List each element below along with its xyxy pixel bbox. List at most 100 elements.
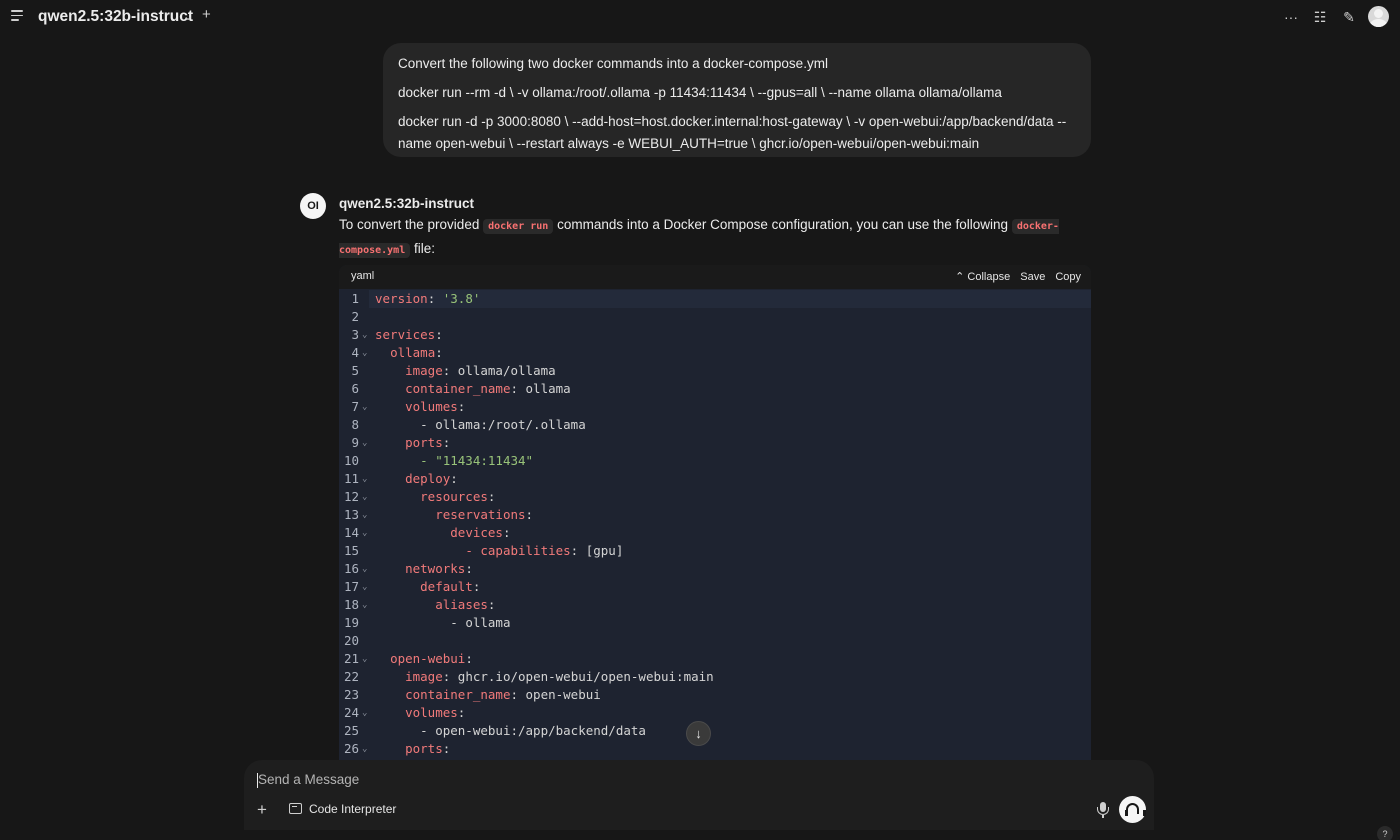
help-button[interactable]: ? [1377, 826, 1393, 840]
line-number: 12 [343, 489, 359, 504]
add-attachment-button[interactable]: + [257, 800, 267, 820]
fold-chevron-icon[interactable]: ⌄ [362, 650, 367, 668]
fold-chevron-icon[interactable]: ⌄ [362, 488, 367, 506]
fold-chevron-icon[interactable]: ⌄ [362, 560, 367, 578]
code-text: devices: [375, 524, 510, 542]
code-line: 7 ⌄ volumes: [339, 398, 1091, 416]
yaml-key: services [375, 327, 436, 342]
message-input[interactable]: Send a Message [258, 772, 359, 787]
assistant-text-segment: To convert the provided [339, 217, 484, 232]
fold-chevron-icon[interactable]: ⌄ [362, 398, 367, 416]
fold-chevron-icon[interactable]: ⌄ [362, 578, 367, 596]
yaml-key: - capabilities [465, 543, 571, 558]
add-model-icon[interactable]: + [202, 6, 211, 23]
code-text: - "11434:11434" [375, 452, 533, 470]
code-interpreter-button[interactable]: Code Interpreter [289, 802, 396, 816]
code-line: 22 image: ghcr.io/open-webui/open-webui:… [339, 668, 1091, 686]
yaml-key: reservations [435, 507, 526, 522]
line-number: 14 [343, 525, 359, 540]
sidebar-toggle-icon[interactable] [11, 10, 25, 24]
code-text: ollama: [375, 344, 443, 362]
code-text: image: ghcr.io/open-webui/open-webui:mai… [375, 668, 714, 686]
model-selector-label[interactable]: qwen2.5:32b-instruct [38, 8, 193, 26]
yaml-value: - ollama [450, 615, 511, 630]
terminal-icon [289, 803, 302, 814]
line-number: 16 [343, 561, 359, 576]
fold-chevron-icon[interactable]: ⌄ [362, 470, 367, 488]
yaml-key: container_name [405, 687, 511, 702]
yaml-key: ollama [390, 345, 436, 360]
copy-button[interactable]: Copy [1055, 271, 1081, 283]
microphone-icon[interactable] [1096, 801, 1110, 819]
yaml-key: default [420, 579, 473, 594]
yaml-key: deploy [405, 471, 451, 486]
more-options-icon[interactable]: ··· [1282, 8, 1300, 26]
top-bar: qwen2.5:32b-instruct ⌄ + ··· ☷ ✎ [0, 0, 1400, 34]
fold-chevron-icon[interactable]: ⌄ [362, 326, 367, 344]
line-number: 20 [343, 633, 359, 648]
code-editor[interactable]: 1 version: '3.8' 2 3 ⌄ services: 4 ⌄ ollama: 5 i… [339, 289, 1091, 758]
code-line: 3 ⌄ services: [339, 326, 1091, 344]
code-text: deploy: [375, 470, 458, 488]
assistant-text-segment: commands into a Docker Compose configura… [553, 217, 1012, 232]
line-number: 24 [343, 705, 359, 720]
code-text: ports: [375, 434, 450, 452]
yaml-key: image [405, 363, 443, 378]
chevron-down-icon[interactable]: ⌄ [183, 9, 193, 23]
new-chat-icon[interactable]: ✎ [1340, 8, 1358, 26]
fold-chevron-icon[interactable]: ⌄ [362, 506, 367, 524]
code-line: 9 ⌄ ports: [339, 434, 1091, 452]
fold-chevron-icon[interactable]: ⌄ [362, 344, 367, 362]
code-line: 13 ⌄ reservations: [339, 506, 1091, 524]
code-text: aliases: [375, 596, 495, 614]
yaml-value: ollama [518, 381, 571, 396]
line-number: 23 [343, 687, 359, 702]
yaml-value: ghcr.io/open-webui/open-webui:main [450, 669, 714, 684]
code-line: 19 - ollama [339, 614, 1091, 632]
fold-chevron-icon[interactable]: ⌄ [362, 434, 367, 452]
code-line: 20 [339, 632, 1091, 650]
code-line: 11 ⌄ deploy: [339, 470, 1091, 488]
user-message-line: docker run -d -p 3000:8080 \ --add-host=… [398, 114, 1067, 151]
inline-code: docker run [483, 219, 554, 234]
controls-icon[interactable]: ☷ [1311, 8, 1329, 26]
yaml-key: version [375, 291, 428, 306]
fold-chevron-icon[interactable]: ⌄ [362, 704, 367, 722]
scroll-down-button[interactable]: ↓ [686, 721, 711, 746]
code-text: image: ollama/ollama [375, 362, 556, 380]
user-avatar[interactable] [1368, 6, 1389, 27]
voice-mode-headphones-icon[interactable] [1119, 796, 1146, 823]
code-line: 10 - "11434:11434" [339, 452, 1091, 470]
fold-chevron-icon[interactable]: ⌄ [362, 524, 367, 542]
collapse-button[interactable]: ⌃ Collapse [955, 271, 1010, 283]
line-number: 9 [351, 435, 359, 450]
code-line: 26 ⌄ ports: [339, 740, 1091, 758]
yaml-value: - ollama:/root/.ollama [420, 417, 586, 432]
code-text: volumes: [375, 398, 465, 416]
user-message-bubble: Convert the following two docker command… [383, 43, 1091, 157]
yaml-value: - open-webui:/app/backend/data [420, 723, 646, 738]
code-text: open-webui: [375, 650, 473, 668]
yaml-key: devices [450, 525, 503, 540]
code-text: resources: [375, 488, 495, 506]
code-line: 1 version: '3.8' [339, 290, 1091, 308]
line-number: 21 [343, 651, 359, 666]
fold-chevron-icon[interactable]: ⌄ [362, 740, 367, 758]
save-button[interactable]: Save [1020, 271, 1045, 283]
fold-chevron-icon[interactable]: ⌄ [362, 596, 367, 614]
code-text: container_name: open-webui [375, 686, 601, 704]
code-text: reservations: [375, 506, 533, 524]
code-interpreter-label: Code Interpreter [309, 802, 397, 816]
code-line: 6 container_name: ollama [339, 380, 1091, 398]
code-block: yaml ⌃ Collapse Save Copy 1 version: '3.8' 2… [339, 265, 1091, 760]
